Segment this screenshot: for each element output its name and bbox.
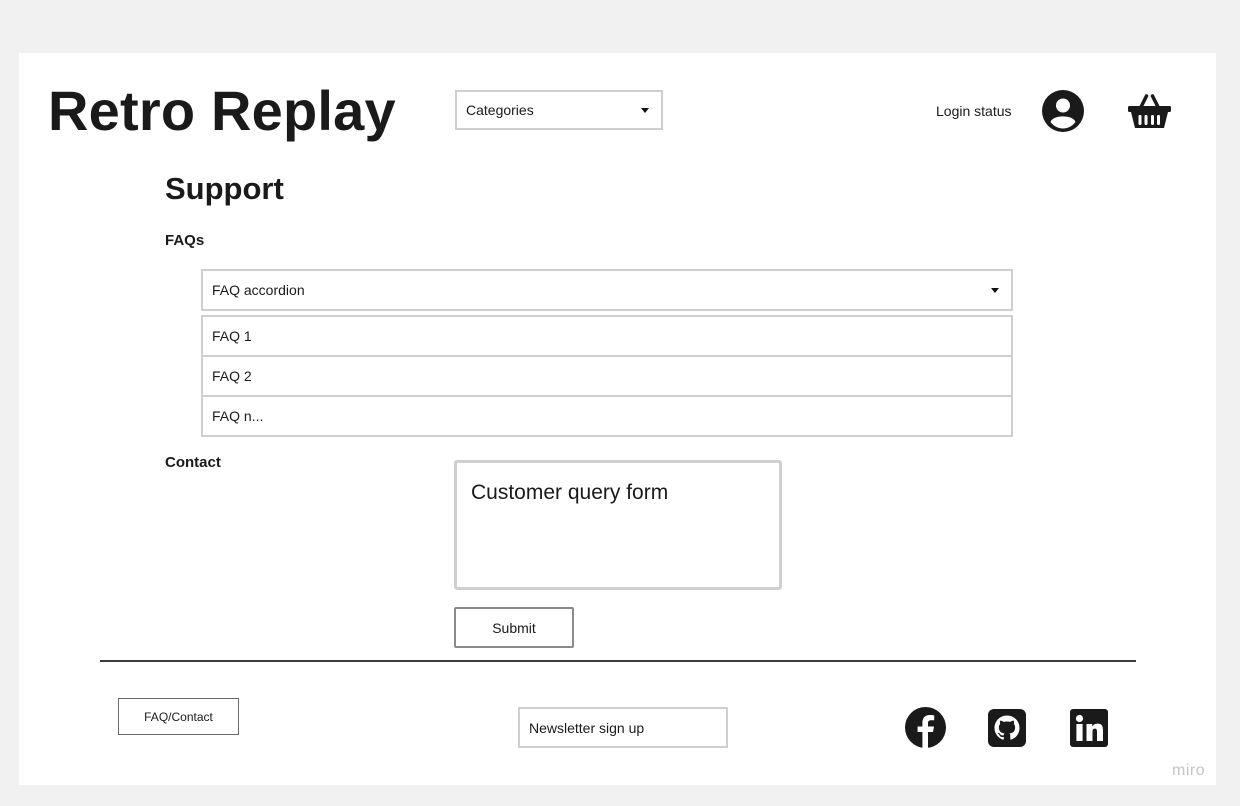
linkedin-link[interactable] bbox=[1070, 709, 1108, 747]
login-status[interactable]: Login status bbox=[936, 103, 1012, 119]
faq-item[interactable]: FAQ n... bbox=[201, 395, 1013, 437]
faq-accordion[interactable]: FAQ accordion bbox=[201, 269, 1013, 311]
site-logo[interactable]: Retro Replay bbox=[48, 80, 396, 142]
facebook-icon bbox=[905, 707, 946, 748]
faqs-heading: FAQs bbox=[165, 232, 205, 249]
query-form-placeholder: Customer query form bbox=[471, 481, 669, 504]
newsletter-signup-input[interactable]: Newsletter sign up bbox=[518, 707, 728, 748]
account-button[interactable] bbox=[1042, 90, 1084, 132]
facebook-link[interactable] bbox=[905, 707, 946, 748]
customer-query-form[interactable]: Customer query form bbox=[454, 460, 782, 590]
faq-accordion-label: FAQ accordion bbox=[212, 282, 305, 298]
github-icon bbox=[988, 709, 1026, 747]
faq-item[interactable]: FAQ 1 bbox=[201, 315, 1013, 357]
faq-contact-button[interactable]: FAQ/Contact bbox=[118, 698, 239, 735]
basket-button[interactable] bbox=[1128, 94, 1171, 129]
submit-button[interactable]: Submit bbox=[454, 607, 574, 648]
page-title: Support bbox=[165, 171, 284, 206]
categories-label: Categories bbox=[466, 102, 534, 118]
miro-watermark: miro bbox=[1172, 762, 1206, 779]
linkedin-icon bbox=[1070, 709, 1108, 747]
categories-dropdown[interactable]: Categories bbox=[455, 90, 663, 130]
faq-item[interactable]: FAQ 2 bbox=[201, 355, 1013, 397]
contact-heading: Contact bbox=[165, 454, 221, 471]
newsletter-label: Newsletter sign up bbox=[529, 719, 645, 736]
chevron-down-icon bbox=[641, 108, 649, 113]
chevron-down-icon bbox=[991, 288, 999, 293]
basket-icon bbox=[1128, 94, 1171, 128]
footer-divider bbox=[100, 660, 1136, 662]
github-link[interactable] bbox=[988, 709, 1026, 747]
user-circle-icon bbox=[1042, 90, 1084, 132]
